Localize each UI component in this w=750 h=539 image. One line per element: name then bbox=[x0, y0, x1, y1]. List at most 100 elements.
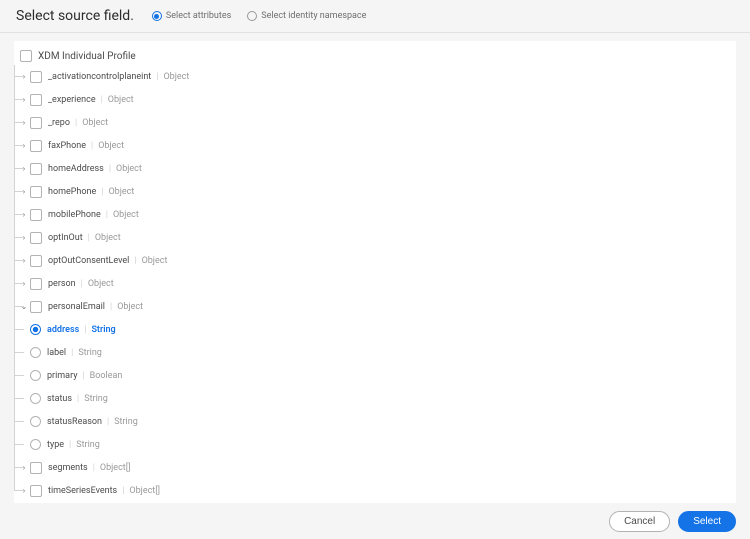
leaf-type: String bbox=[84, 394, 108, 404]
schema-tree-panel[interactable]: XDM Individual Profile › _activationcontr… bbox=[14, 41, 736, 503]
leaf-name: primary bbox=[47, 371, 77, 381]
checkbox[interactable] bbox=[20, 50, 32, 62]
cancel-button[interactable]: Cancel bbox=[609, 511, 670, 532]
radio-icon[interactable] bbox=[30, 370, 41, 381]
divider: | bbox=[77, 394, 79, 404]
leaf-type: Boolean bbox=[90, 371, 123, 381]
chevron-right-icon[interactable]: › bbox=[20, 279, 28, 288]
node-name: homeAddress bbox=[48, 164, 104, 174]
checkbox[interactable] bbox=[30, 301, 42, 313]
leaf-name: label bbox=[47, 348, 66, 358]
checkbox[interactable] bbox=[30, 485, 42, 497]
chevron-right-icon[interactable]: › bbox=[20, 141, 28, 150]
tree-node-faxPhone[interactable]: ›faxPhone|Object bbox=[20, 134, 726, 157]
tree-node-_activationcontrolplaneint[interactable]: ›_activationcontrolplaneint|Object bbox=[20, 65, 726, 88]
checkbox[interactable] bbox=[30, 94, 42, 106]
chevron-down-icon[interactable]: ⌄ bbox=[20, 302, 28, 311]
radio-icon[interactable] bbox=[30, 347, 41, 358]
divider: | bbox=[82, 371, 84, 381]
divider: | bbox=[109, 164, 111, 174]
checkbox[interactable] bbox=[30, 117, 42, 129]
node-name: optOutConsentLevel bbox=[48, 256, 129, 266]
node-name: timeSeriesEvents bbox=[48, 486, 117, 496]
chevron-right-icon[interactable]: › bbox=[20, 95, 28, 104]
chevron-right-icon[interactable]: › bbox=[20, 187, 28, 196]
divider: | bbox=[81, 279, 83, 289]
radio-select-attributes[interactable]: Select attributes bbox=[152, 11, 231, 21]
radio-icon[interactable] bbox=[30, 324, 41, 335]
chevron-right-icon[interactable]: › bbox=[20, 118, 28, 127]
radio-label: Select identity namespace bbox=[261, 11, 366, 21]
tree-leaf-type[interactable]: type|String bbox=[20, 433, 726, 456]
node-name: homePhone bbox=[48, 187, 96, 197]
dialog-title: Select source field. bbox=[16, 8, 134, 24]
node-type: Object bbox=[95, 233, 121, 243]
leaf-name: address bbox=[47, 325, 79, 335]
node-type: Object bbox=[163, 72, 189, 82]
checkbox[interactable] bbox=[30, 462, 42, 474]
tree-leaf-label[interactable]: label|String bbox=[20, 341, 726, 364]
radio-select-identity-namespace[interactable]: Select identity namespace bbox=[247, 11, 366, 21]
chevron-right-icon[interactable]: › bbox=[20, 164, 28, 173]
radio-icon bbox=[152, 11, 162, 21]
node-type: Object bbox=[88, 279, 114, 289]
tree-node-homePhone[interactable]: ›homePhone|Object bbox=[20, 180, 726, 203]
checkbox[interactable] bbox=[30, 209, 42, 221]
node-name: optInOut bbox=[48, 233, 83, 243]
tree-leaf-status[interactable]: status | String bbox=[20, 387, 726, 410]
leaf-type: String bbox=[78, 348, 102, 358]
chevron-right-icon[interactable]: › bbox=[20, 486, 28, 495]
tree-node-_repo[interactable]: ›_repo|Object bbox=[20, 111, 726, 134]
chevron-right-icon[interactable]: › bbox=[20, 210, 28, 219]
checkbox[interactable] bbox=[30, 278, 42, 290]
checkbox[interactable] bbox=[30, 140, 42, 152]
chevron-right-icon[interactable]: › bbox=[20, 256, 28, 265]
checkbox[interactable] bbox=[30, 232, 42, 244]
node-type: Object bbox=[117, 302, 143, 312]
select-button[interactable]: Select bbox=[678, 511, 736, 532]
tree-node-_experience[interactable]: › _experience | Object bbox=[20, 88, 726, 111]
divider: | bbox=[88, 233, 90, 243]
tree-node-optInOut[interactable]: › optInOut | Object bbox=[20, 226, 726, 249]
tree-leaf-statusReason[interactable]: statusReason|String bbox=[20, 410, 726, 433]
node-type: Object bbox=[108, 187, 134, 197]
divider: | bbox=[84, 325, 86, 335]
tree-leaf-primary[interactable]: primary | Boolean bbox=[20, 364, 726, 387]
node-type: Object bbox=[82, 118, 108, 128]
leaf-name: status bbox=[47, 394, 72, 404]
divider: | bbox=[93, 463, 95, 473]
radio-icon[interactable] bbox=[30, 439, 41, 450]
node-name: person bbox=[48, 279, 76, 289]
tree-leaf-address[interactable]: address|String bbox=[20, 318, 726, 341]
checkbox[interactable] bbox=[30, 255, 42, 267]
radio-icon[interactable] bbox=[30, 416, 41, 427]
tree-node-personalEmail[interactable]: ⌄personalEmail|Object bbox=[20, 295, 726, 318]
divider: | bbox=[101, 95, 103, 105]
tree-root-label: XDM Individual Profile bbox=[38, 51, 136, 62]
checkbox[interactable] bbox=[30, 163, 42, 175]
chevron-right-icon[interactable]: › bbox=[20, 463, 28, 472]
checkbox[interactable] bbox=[30, 186, 42, 198]
tree-node-homeAddress[interactable]: › homeAddress | Object bbox=[20, 157, 726, 180]
node-type: Object bbox=[116, 164, 142, 174]
tree-node-mobilePhone[interactable]: ›mobilePhone|Object bbox=[20, 203, 726, 226]
divider: | bbox=[69, 440, 71, 450]
tree-node-person[interactable]: › person | Object bbox=[20, 272, 726, 295]
node-name: personalEmail bbox=[48, 302, 105, 312]
tree-node-timeSeriesEvents[interactable]: › timeSeriesEvents | Object[] bbox=[20, 479, 726, 502]
divider: | bbox=[122, 486, 124, 496]
node-type: Object[] bbox=[100, 463, 131, 473]
leaf-name: statusReason bbox=[47, 417, 102, 427]
radio-icon[interactable] bbox=[30, 393, 41, 404]
chevron-right-icon[interactable]: › bbox=[20, 233, 28, 242]
node-type: Object[] bbox=[129, 486, 160, 496]
chevron-right-icon[interactable]: › bbox=[20, 72, 28, 81]
node-name: _activationcontrolplaneint bbox=[48, 72, 151, 82]
tree-node-segments[interactable]: ›segments|Object[] bbox=[20, 456, 726, 479]
node-name: _experience bbox=[48, 95, 96, 105]
leaf-type: String bbox=[114, 417, 138, 427]
tree-root-row[interactable]: XDM Individual Profile bbox=[20, 47, 726, 65]
node-type: Object bbox=[108, 95, 134, 105]
tree-node-optOutConsentLevel[interactable]: ›optOutConsentLevel|Object bbox=[20, 249, 726, 272]
checkbox[interactable] bbox=[30, 71, 42, 83]
